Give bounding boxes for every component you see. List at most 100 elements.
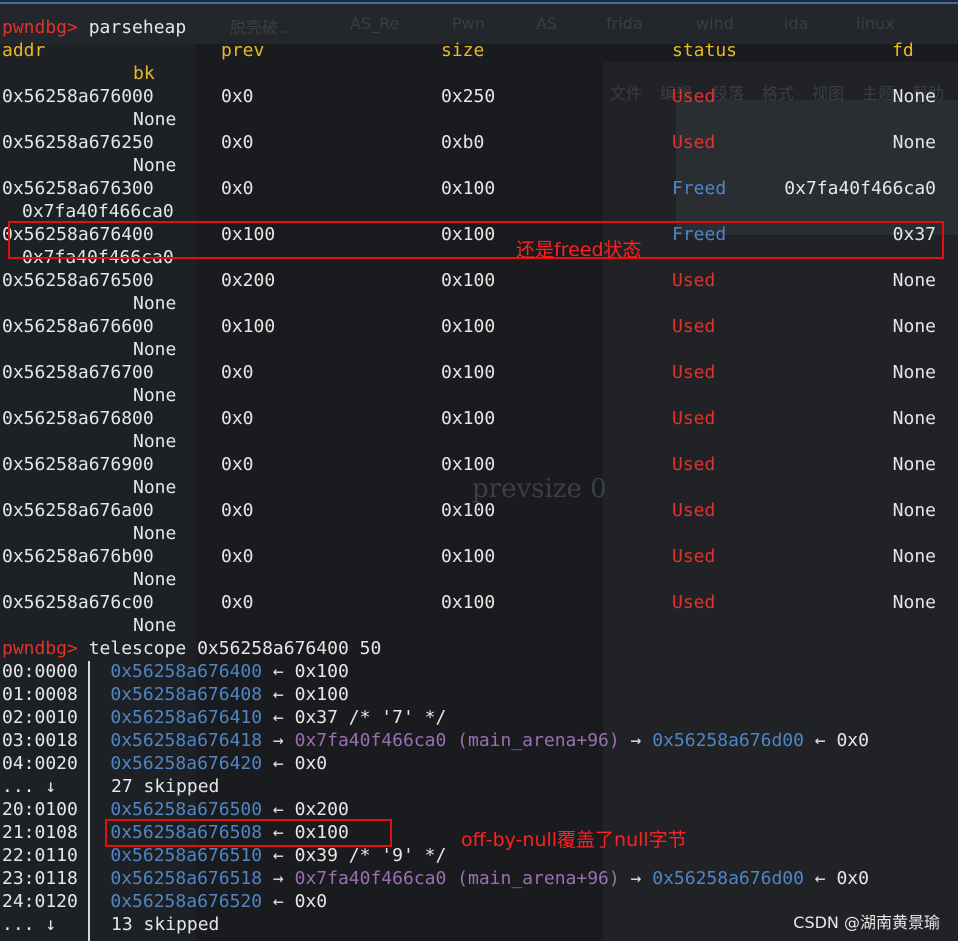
- telescope-index: 03:0018: [2, 730, 78, 751]
- heap-row-size: 0x100: [441, 316, 496, 337]
- heap-row-addr: 0x56258a676000: [2, 86, 154, 107]
- telescope-line: 04:0020 0x56258a676420 ← 0x0: [2, 753, 327, 775]
- telescope-line: 22:0110 0x56258a676510 ← 0x39 /* '9' */: [2, 845, 446, 867]
- heap-row-status: Used: [672, 316, 716, 337]
- telescope-line: 24:0120 0x56258a676520 ← 0x0: [2, 891, 327, 913]
- heap-row-size: 0x100: [441, 500, 496, 521]
- heap-row-fd: None: [892, 316, 936, 337]
- telescope-arrow: →: [262, 868, 295, 889]
- telescope-arrow: ←: [262, 845, 295, 866]
- heap-row-fd: None: [892, 362, 936, 383]
- heap-row-fd: 0x7fa40f466ca0: [784, 178, 936, 199]
- heap-row-bk: None: [133, 431, 177, 452]
- heap-row-addr: 0x56258a676b00: [2, 546, 154, 567]
- chain-arrow: →: [619, 730, 653, 751]
- heap-row-bk: None: [133, 385, 177, 406]
- header-fd: fd: [892, 40, 914, 61]
- telescope-address: 0x56258a676518: [110, 868, 263, 889]
- telescope-value: 0x37 /* '7' */: [294, 707, 447, 728]
- heap-row-prev: 0x100: [221, 316, 276, 337]
- heap-row-status: Used: [672, 86, 716, 107]
- heap-row-size: 0x100: [441, 408, 496, 429]
- header-status: status: [672, 40, 738, 61]
- heap-row-status: Used: [672, 362, 716, 383]
- telescope-index: 01:0008: [2, 684, 78, 705]
- prompt: pwndbg>: [2, 638, 78, 659]
- heap-row-prev: 0x0: [221, 86, 254, 107]
- telescope-index: 00:0000: [2, 661, 78, 682]
- telescope-address: 0x56258a676510: [110, 845, 263, 866]
- heap-row-size: 0x250: [441, 86, 496, 107]
- heap-row-status: Used: [672, 270, 716, 291]
- heap-row-status: Used: [672, 132, 716, 153]
- ghost-tab-0: 脱壳破...: [230, 18, 294, 37]
- highlight-freed-row: [8, 221, 944, 259]
- telescope-index: 21:0108: [2, 822, 78, 843]
- heap-row-bk: 0x7fa40f466ca0: [22, 201, 174, 222]
- prompt: pwndbg>: [2, 17, 78, 38]
- annotation-freed-note: 还是freed状态: [516, 239, 642, 261]
- command-text: telescope 0x56258a676400 50: [77, 638, 382, 659]
- telescope-line: 20:0100 0x56258a676500 ← 0x200: [2, 799, 349, 821]
- heap-row-bk: None: [133, 615, 177, 636]
- telescope-line: 03:0018 0x56258a676418 → 0x7fa40f466ca0 …: [2, 730, 869, 752]
- telescope-index: 20:0100: [2, 799, 78, 820]
- ghost-tab-7: linux: [856, 14, 895, 33]
- heap-row-fd: None: [892, 592, 936, 613]
- telescope-value: 0x39 /* '9' */: [294, 845, 447, 866]
- telescope-address: 0x56258a676410: [110, 707, 263, 728]
- ghost-tab-3: AS: [536, 14, 558, 33]
- heap-row-addr: 0x56258a676800: [2, 408, 154, 429]
- heap-row-addr: 0x56258a676a00: [2, 500, 154, 521]
- telescope-value: 0x100: [294, 684, 349, 705]
- heap-row-bk: None: [133, 477, 177, 498]
- header-size: size: [441, 40, 485, 61]
- telescope-line: 02:0010 0x56258a676410 ← 0x37 /* '7' */: [2, 707, 446, 729]
- telescope-value: 0x200: [294, 799, 349, 820]
- heap-row-size: 0x100: [441, 178, 496, 199]
- telescope-pointer: 0x7fa40f466ca0 (main_arena+96): [294, 868, 620, 889]
- heap-row-status: Used: [672, 546, 716, 567]
- telescope-tail: 0x0: [836, 868, 869, 889]
- telescope-value: 0x0: [294, 753, 328, 774]
- heap-row-bk: None: [133, 523, 177, 544]
- background-accent-line: [0, 2, 958, 4]
- telescope-value: 0x0: [294, 891, 328, 912]
- heap-row-fd: None: [892, 454, 936, 475]
- heap-row-size: 0xb0: [441, 132, 485, 153]
- watermark: CSDN @湖南黄景瑜: [793, 913, 940, 932]
- telescope-address: 0x56258a676408: [110, 684, 263, 705]
- telescope-index: 22:0110: [2, 845, 78, 866]
- heap-row-prev: 0x200: [221, 270, 276, 291]
- heap-row-fd: None: [892, 500, 936, 521]
- telescope-index: 24:0120: [2, 891, 78, 912]
- heap-row-size: 0x100: [441, 362, 496, 383]
- telescope-line: 23:0118 0x56258a676518 → 0x7fa40f466ca0 …: [2, 868, 869, 890]
- telescope-arrow: ←: [262, 753, 295, 774]
- heap-row-status: Used: [672, 408, 716, 429]
- heap-row-size: 0x100: [441, 546, 496, 567]
- heap-row-prev: 0x0: [221, 546, 254, 567]
- heap-row-status: Used: [672, 454, 716, 475]
- telescope-command-line: pwndbg> telescope 0x56258a676400 50: [2, 638, 381, 660]
- skip-text-1: 27 skipped: [111, 776, 220, 797]
- telescope-line: 00:0000 0x56258a676400 ← 0x100: [2, 661, 349, 683]
- heap-row-status: Used: [672, 592, 716, 613]
- telescope-arrow: →: [262, 730, 295, 751]
- telescope-arrow: ←: [262, 799, 295, 820]
- telescope-chain: 0x56258a676d00: [652, 868, 804, 889]
- heap-row-size: 0x100: [441, 454, 496, 475]
- skip-index-1: ... ↓: [2, 776, 57, 797]
- heap-row-addr: 0x56258a676300: [2, 178, 154, 199]
- heap-row-prev: 0x0: [221, 132, 254, 153]
- heap-row-fd: None: [892, 546, 936, 567]
- heap-row-bk: None: [133, 339, 177, 360]
- heap-row-fd: None: [892, 408, 936, 429]
- header-addr: addr: [2, 40, 46, 61]
- telescope-tail: 0x0: [836, 730, 869, 751]
- heap-row-prev: 0x0: [221, 500, 254, 521]
